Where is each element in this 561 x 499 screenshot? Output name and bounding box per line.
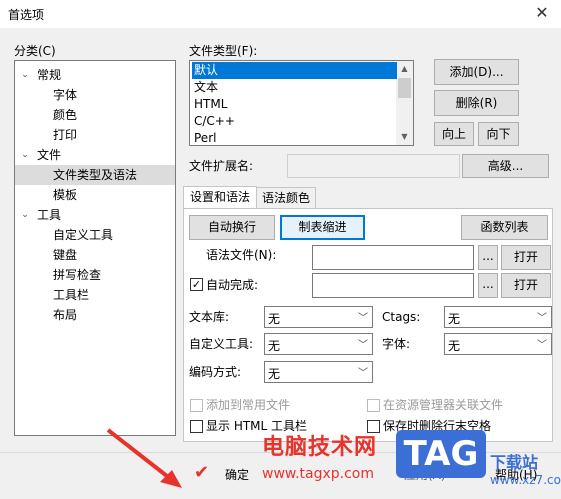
custom-tool-label: 自定义工具: <box>189 337 254 351</box>
watermark-url: www.tagxp.com <box>262 466 374 482</box>
watermark-side-title: 下载站 <box>490 453 539 472</box>
add-common-checkbox[interactable] <box>190 399 203 412</box>
ok-button[interactable]: 确定 <box>225 468 249 482</box>
font-label: 字体: <box>382 337 411 351</box>
chevron-down-icon: ﹀ <box>537 340 547 351</box>
function-list-button[interactable]: 函数列表 <box>461 215 548 240</box>
tree-item[interactable]: 工具栏 <box>15 285 175 305</box>
syntax-file-label: 语法文件(N): <box>206 248 277 262</box>
watermark-logo: TAG <box>396 430 486 478</box>
add-common-label: 添加到常用文件 <box>206 398 291 412</box>
chevron-down-icon: ﹀ <box>537 313 547 324</box>
tree-item[interactable]: 布局 <box>15 305 175 325</box>
syntax-file-open-button[interactable]: 打开 <box>501 245 551 270</box>
font-select[interactable]: 无 ﹀ <box>444 333 552 355</box>
syntax-file-input[interactable] <box>312 245 474 270</box>
autocomplete-label: 自动完成: <box>206 278 259 292</box>
window-title: 首选项 <box>8 8 45 22</box>
tree-item[interactable]: 自定义工具 <box>15 225 175 245</box>
advanced-button[interactable]: 高级... <box>462 154 549 178</box>
ctags-value: 无 <box>448 312 461 326</box>
move-down-button[interactable]: 向下 <box>478 122 519 146</box>
tree-item[interactable]: 文件 <box>35 145 61 165</box>
tree-item[interactable]: 字体 <box>15 85 175 105</box>
encoding-select[interactable]: 无 ﹀ <box>264 361 373 383</box>
font-value: 无 <box>448 339 461 353</box>
filetype-item[interactable]: 文本 <box>192 79 218 96</box>
associate-explorer-checkbox[interactable] <box>367 399 380 412</box>
show-html-toolbar-checkbox[interactable] <box>190 420 203 433</box>
custom-tool-select[interactable]: 无 ﹀ <box>264 333 373 355</box>
filetype-item[interactable]: C/C++ <box>192 113 235 130</box>
autocomplete-checkbox[interactable]: ✓ <box>190 278 203 291</box>
tab-strip: 设置和语法 语法颜色 <box>183 186 553 209</box>
add-filetype-button[interactable]: 添加(D)... <box>434 59 519 85</box>
watermark-title: 电脑技术网 <box>262 435 378 460</box>
ctags-select[interactable]: 无 ﹀ <box>444 306 552 328</box>
tree-item[interactable]: 颜色 <box>15 105 175 125</box>
scroll-up-icon[interactable]: ▲ <box>396 61 413 77</box>
scroll-thumb[interactable] <box>398 78 411 98</box>
filetype-item[interactable]: Perl <box>192 130 216 145</box>
annotation-arrow-icon <box>106 428 182 488</box>
tree-item[interactable]: 打印 <box>15 125 175 145</box>
extension-input[interactable] <box>287 154 460 178</box>
expand-chevron-icon[interactable]: ⌄ <box>19 65 31 85</box>
autocomplete-browse-button[interactable]: ... <box>478 273 498 298</box>
word-wrap-button[interactable]: 自动换行 <box>189 215 275 240</box>
watermark-side-url: www.xz7.com <box>490 473 561 487</box>
autocomplete-open-button[interactable]: 打开 <box>501 273 551 298</box>
ctags-label: Ctags: <box>382 310 421 324</box>
extension-label: 文件扩展名: <box>189 159 254 173</box>
tree-item[interactable]: 拼写检查 <box>15 265 175 285</box>
encoding-label: 编码方式: <box>189 365 242 379</box>
chevron-down-icon: ﹀ <box>358 340 368 351</box>
syntax-file-browse-button[interactable]: ... <box>478 245 498 270</box>
filetype-scrollbar[interactable]: ▲ ▼ <box>396 61 413 145</box>
tree-item[interactable]: 工具 <box>35 205 61 225</box>
tab-syntax-colors[interactable]: 语法颜色 <box>256 187 316 209</box>
library-select[interactable]: 无 ﹀ <box>264 306 373 328</box>
tree-item[interactable]: 文件类型及语法 <box>15 165 175 185</box>
tree-item[interactable]: 模板 <box>15 185 175 205</box>
filetype-item[interactable]: 默认 <box>192 62 397 79</box>
autocomplete-input[interactable] <box>312 273 474 298</box>
chevron-down-icon: ﹀ <box>358 368 368 379</box>
tree-item[interactable]: 常规 <box>35 65 61 85</box>
chevron-down-icon: ﹀ <box>358 313 368 324</box>
ok-check-icon: ✔ <box>194 462 210 483</box>
remove-filetype-button[interactable]: 删除(R) <box>434 90 519 116</box>
filetype-item[interactable]: HTML <box>192 96 227 113</box>
close-icon[interactable]: ✕ <box>528 2 556 24</box>
library-label: 文本库: <box>189 310 230 324</box>
category-tree[interactable]: ⌄ 常规 字体 颜色 打印 ⌄ 文件 文件类型及语法 模板 ⌄ 工具 自定义工具 键盘 拼写检查 工具栏 布局 <box>14 60 176 436</box>
tree-item[interactable]: 键盘 <box>15 245 175 265</box>
filetypes-label: 文件类型(F): <box>189 44 258 58</box>
move-up-button[interactable]: 向上 <box>434 122 474 146</box>
custom-tool-value: 无 <box>268 339 281 353</box>
tab-settings-syntax[interactable]: 设置和语法 <box>183 186 257 209</box>
expand-chevron-icon[interactable]: ⌄ <box>19 205 31 225</box>
scroll-down-icon[interactable]: ▼ <box>396 129 413 145</box>
associate-explorer-label: 在资源管理器关联文件 <box>383 398 504 412</box>
filetype-list[interactable]: ▲ ▼ 默认 文本 HTML C/C++ Perl <box>189 60 414 146</box>
library-value: 无 <box>268 312 281 326</box>
tab-indent-button[interactable]: 制表缩进 <box>280 215 365 240</box>
encoding-value: 无 <box>268 367 281 381</box>
title-bar <box>0 0 561 28</box>
expand-chevron-icon[interactable]: ⌄ <box>19 145 31 165</box>
category-label: 分类(C) <box>14 44 56 58</box>
